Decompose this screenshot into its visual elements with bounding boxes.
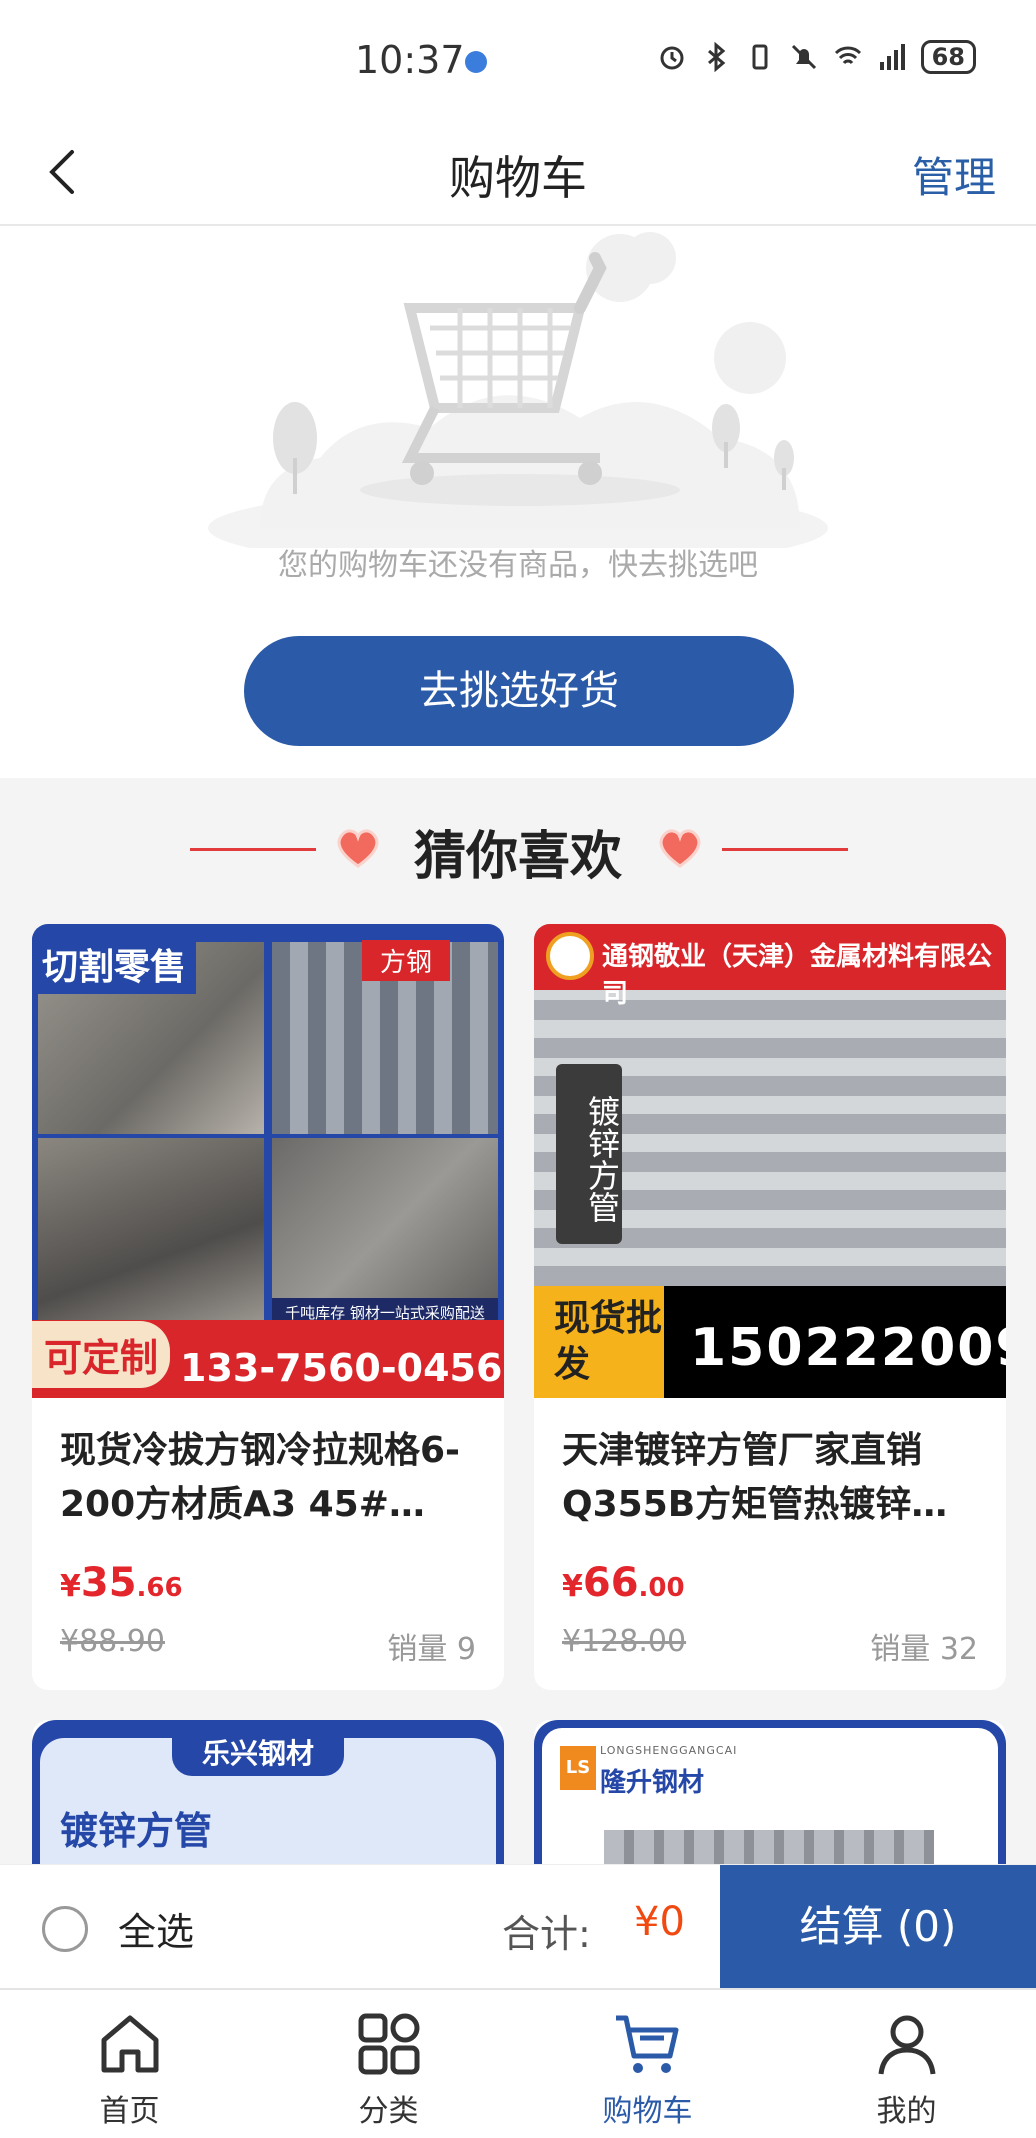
checkout-bar: 全选 合计: ¥0 结算 (0) [0,1864,1036,1989]
page-title: 购物车 [449,151,587,205]
image-phone: 133-7560-0456 [180,1346,503,1390]
product-image[interactable]: 切割零售 方钢 千吨库存 钢材一站式采购配送 可定制 133-7560-0456 [32,924,504,1398]
category-icon [358,2013,419,2075]
total-label: 合计: [502,1912,591,1956]
image-company: 通钢敬业（天津）金属材料有限公司 [602,942,993,1009]
company-logo-icon [546,932,594,980]
product-name[interactable]: 现货冷拔方钢冷拉规格6-200方材质A3 45#… [60,1424,480,1532]
product-card[interactable]: 乐兴钢材 镀锌方管 [32,1720,504,1888]
tab-home[interactable]: 首页 [0,1990,259,2138]
select-all[interactable]: 全选 [42,1901,194,1956]
alarm-icon [660,46,684,70]
header: 购物车 管理 [0,120,1036,226]
product-sales: 销量 9 [387,1632,476,1667]
tab-label: 我的 [876,2094,937,2129]
recommend-section: 猜你喜欢 切割零售 方钢 千吨库存 钢材一站式采购配送 可定制 133-7560… [0,778,1036,1888]
status-time: 10:37 [355,38,465,82]
product-price: ¥35.66 [60,1560,183,1606]
bluetooth-icon [707,42,725,72]
empty-cart: 您的购物车还没有商品，快去挑选吧 去挑选好货 [0,228,1036,778]
tab-category[interactable]: 分类 [259,1990,518,2138]
status-icons: 68 [657,40,976,74]
signal-icon [879,44,905,70]
image-tag: 现货批发 [534,1286,664,1398]
tab-label: 首页 [99,2094,160,2129]
total-value: ¥0 [634,1899,685,1945]
brand-logo-icon: LS [560,1746,596,1790]
wifi-icon [834,46,861,65]
product-price: ¥66.00 [562,1560,685,1606]
status-bar: 10:37 68 [0,0,1036,120]
image-tag: 可定制 [32,1321,171,1388]
image-tag: 方钢 [362,940,451,981]
vibrate-icon [752,44,768,70]
location-dot-icon [465,51,487,73]
empty-cart-message: 您的购物车还没有商品，快去挑选吧 [278,548,758,583]
image-brand: 隆升钢材 [600,1768,705,1798]
tab-label: 分类 [358,2094,419,2129]
product-sales: 销量 32 [870,1632,978,1667]
product-image[interactable]: 通钢敬业（天津）金属材料有限公司 镀锌方管 现货批发 15022200919 [534,924,1006,1398]
profile-icon [878,2015,935,2075]
image-tag: 镀锌方管 [556,1064,622,1244]
checkout-button[interactable]: 结算 (0) [720,1865,1036,1989]
divider-line [722,848,848,851]
product-card[interactable]: 通钢敬业（天津）金属材料有限公司 镀锌方管 现货批发 15022200919 天… [534,924,1006,1690]
image-subtitle: LONGSHENGGANGCAI [600,1744,738,1757]
heart-icon [659,829,701,868]
select-all-radio[interactable] [42,1905,88,1952]
image-tag: 镀锌方管 [60,1809,213,1853]
tab-profile[interactable]: 我的 [777,1990,1036,2138]
tab-cart[interactable]: 购物车 [518,1990,777,2138]
cart-icon [615,2015,678,2073]
tab-bar: 首页 分类 购物车 我的 [0,1988,1036,2138]
select-all-label: 全选 [118,1910,195,1954]
product-name[interactable]: 天津镀锌方管厂家直销Q355B方矩管热镀锌… [562,1424,982,1532]
tab-label: 购物车 [602,2094,693,2129]
image-phone: 15022200919 [690,1318,1006,1378]
go-shopping-button[interactable]: 去挑选好货 [244,636,794,746]
image-tag: 切割零售 [32,934,197,994]
recommend-title: 猜你喜欢 [413,827,622,887]
empty-cart-illustration [208,232,828,548]
product-card[interactable]: LS LONGSHENGGANGCAI 隆升钢材 [534,1720,1006,1888]
product-old-price: ¥128.00 [562,1624,687,1659]
home-icon [101,2015,158,2073]
mute-icon [791,44,816,70]
product-old-price: ¥88.90 [60,1624,165,1659]
image-brand: 乐兴钢材 [172,1728,345,1776]
manage-button[interactable]: 管理 [912,144,996,205]
battery-icon: 68 [920,40,976,74]
product-card[interactable]: 切割零售 方钢 千吨库存 钢材一站式采购配送 可定制 133-7560-0456… [32,924,504,1690]
